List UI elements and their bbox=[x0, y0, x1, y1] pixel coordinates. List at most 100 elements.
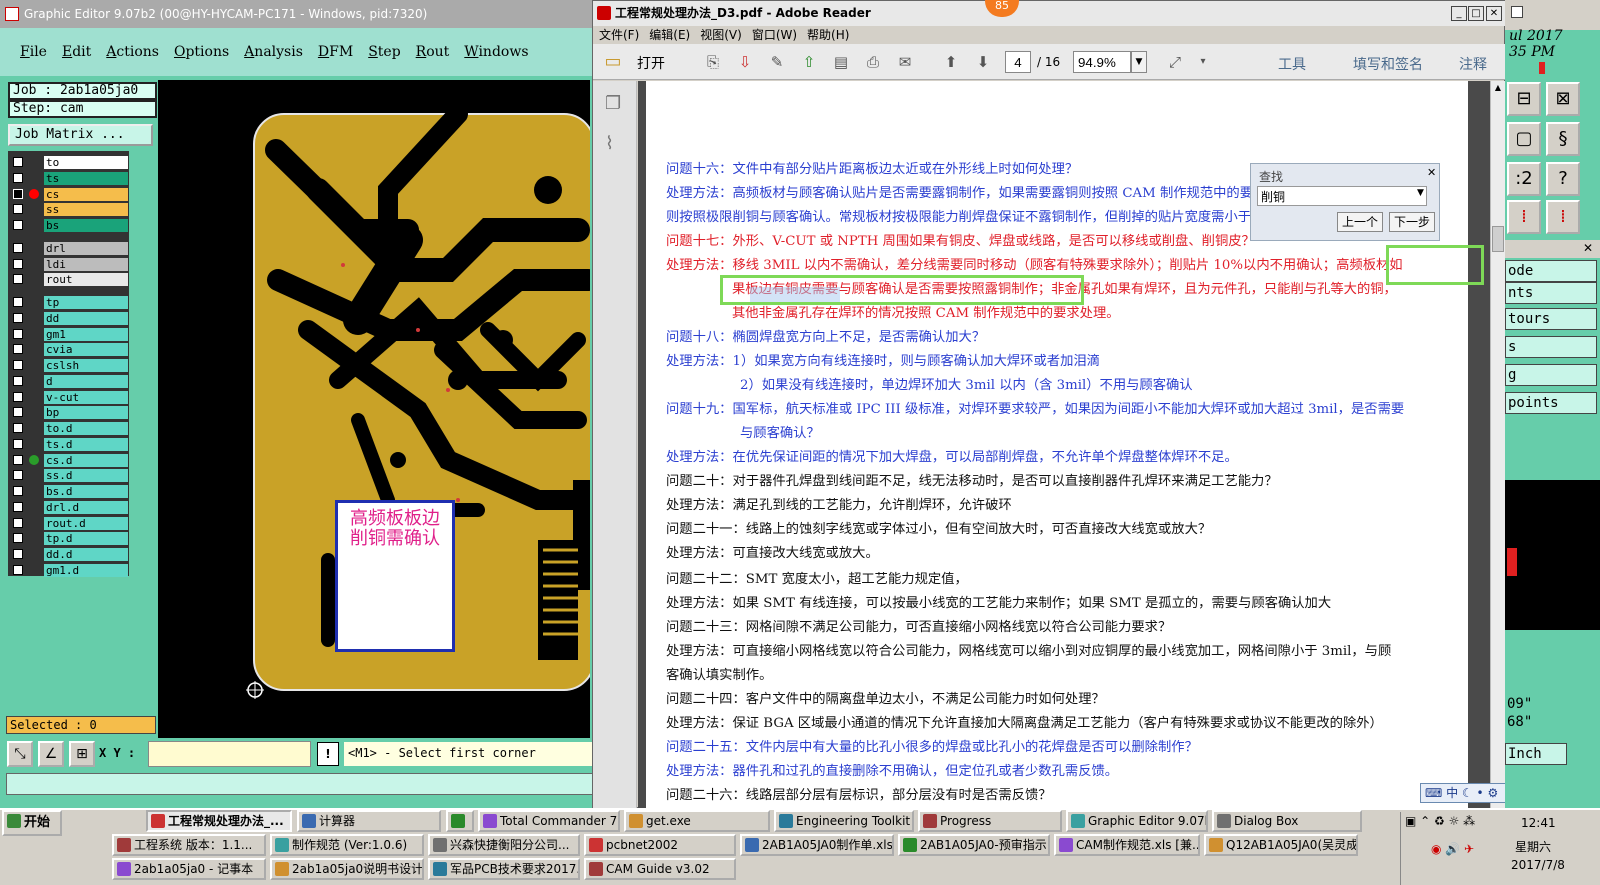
menu-actions[interactable]: Actions bbox=[106, 44, 159, 60]
layer-row-d[interactable]: d bbox=[8, 374, 129, 389]
taskbar-button[interactable]: Q12AB1A05JA0(吴灵成... bbox=[1204, 834, 1358, 856]
email-icon[interactable]: ✉ bbox=[895, 53, 915, 71]
partial-tool-icon-2[interactable]: ⊠ bbox=[1546, 82, 1580, 116]
layer-row-to.d[interactable]: to.d bbox=[8, 421, 129, 436]
layer-row-ss.d[interactable]: ss.d bbox=[8, 468, 129, 483]
layer-row-dd[interactable]: dd bbox=[8, 311, 129, 326]
open-button[interactable]: 打开 bbox=[637, 53, 665, 73]
tray-icons[interactable]: ▣ ⌃ ♻ ☼ ⁂ bbox=[1405, 814, 1475, 828]
layer-row-rout.d[interactable]: rout.d bbox=[8, 516, 129, 531]
edit-icon[interactable]: ✎ bbox=[767, 53, 787, 71]
layer-checkbox[interactable] bbox=[13, 375, 23, 386]
find-prev-button[interactable]: 上一个 bbox=[1337, 212, 1383, 232]
reader-titlebar[interactable]: 工程常规处理办法_D3.pdf - Adobe Reader bbox=[593, 1, 1506, 26]
partial-unit-dropdown[interactable]: Inch bbox=[1505, 743, 1567, 765]
prev-page-icon[interactable]: ⬆ bbox=[941, 53, 961, 71]
layer-checkbox[interactable] bbox=[13, 172, 23, 183]
taskbar-button[interactable] bbox=[446, 810, 474, 832]
find-close-icon[interactable]: ✕ bbox=[1427, 166, 1436, 179]
tools-link[interactable]: 工具 bbox=[1278, 54, 1306, 74]
scroll-thumb[interactable] bbox=[1492, 226, 1504, 252]
partial-tool-icon-3[interactable]: ▢ bbox=[1507, 122, 1541, 156]
layer-checkbox[interactable] bbox=[13, 258, 23, 269]
partial-help-icon[interactable]: ? bbox=[1546, 162, 1580, 196]
layer-checkbox[interactable] bbox=[13, 564, 23, 575]
ime-options-icon[interactable]: ☾ • ⚙ bbox=[1462, 786, 1498, 800]
layer-row-to[interactable]: to bbox=[8, 155, 129, 170]
fit-page-icon[interactable]: ⤢ bbox=[1165, 53, 1185, 71]
taskbar-button[interactable]: Graphic Editor 9.07b2 ... bbox=[1066, 810, 1208, 832]
layer-checkbox[interactable] bbox=[13, 344, 23, 355]
open-folder-icon[interactable]: ▭ bbox=[603, 53, 623, 71]
layer-checkbox[interactable] bbox=[13, 470, 23, 481]
layer-checkbox[interactable] bbox=[13, 533, 23, 544]
layer-row-ts.d[interactable]: ts.d bbox=[8, 437, 129, 452]
partial-tool-icon-4[interactable]: § bbox=[1546, 122, 1580, 156]
taskbar-button[interactable]: 军品PCB技术要求2017... bbox=[428, 858, 580, 880]
fill-sign-link[interactable]: 填写和签名 bbox=[1353, 54, 1423, 74]
document-view[interactable]: 问题十六：文件中有部分贴片距离板边太近或在外形线上时如何处理？ 处理方法：高频板材… bbox=[638, 81, 1490, 809]
menu-step[interactable]: Step bbox=[368, 44, 400, 60]
layer-checkbox[interactable] bbox=[13, 517, 23, 528]
taskbar-button[interactable]: 兴森快捷衡阳分公司... bbox=[428, 834, 580, 856]
menu-edit[interactable]: Edit bbox=[62, 44, 91, 60]
create-pdf-icon[interactable]: ⎘ bbox=[703, 53, 723, 71]
maximize-button[interactable]: □ bbox=[1468, 6, 1484, 21]
layer-checkbox[interactable] bbox=[13, 360, 23, 370]
layer-checkbox[interactable] bbox=[13, 297, 23, 307]
layer-row-gm1.d[interactable]: gm1.d bbox=[8, 563, 129, 578]
partial-item[interactable]: nts bbox=[1505, 282, 1597, 304]
layer-checkbox[interactable] bbox=[13, 312, 23, 323]
layer-row-bs.d[interactable]: bs.d bbox=[8, 484, 129, 499]
layer-row-v-cut[interactable]: v-cut bbox=[8, 390, 129, 405]
layer-checkbox[interactable] bbox=[13, 407, 23, 418]
scroll-up-icon[interactable]: ▲ bbox=[1492, 83, 1504, 95]
minimize-button[interactable]: _ bbox=[1451, 6, 1467, 21]
taskbar-button[interactable]: 工程常规处理办法_... bbox=[146, 810, 292, 832]
pages-panel-icon[interactable]: ❐ bbox=[605, 93, 621, 114]
layer-checkbox[interactable] bbox=[13, 438, 23, 449]
taskbar-button[interactable]: 计算器 bbox=[297, 810, 441, 832]
ime-mode[interactable]: 中 bbox=[1446, 786, 1458, 800]
layer-row-gm1[interactable]: gm1 bbox=[8, 327, 129, 342]
job-matrix-button[interactable]: Job Matrix ... bbox=[8, 124, 153, 146]
menu-file[interactable]: File bbox=[20, 44, 47, 60]
layer-row-dd.d[interactable]: dd.d bbox=[8, 547, 129, 562]
layer-checkbox[interactable] bbox=[13, 274, 23, 285]
customize-dropdown-icon[interactable]: ▾ bbox=[1193, 53, 1213, 71]
partial-tool-icon-8[interactable]: ⁞ bbox=[1546, 200, 1580, 234]
reader-menu-item[interactable]: 文件(F) bbox=[599, 28, 639, 42]
taskbar-button[interactable]: Total Commander 7.0 ... bbox=[478, 810, 620, 832]
layer-checkbox[interactable] bbox=[13, 486, 23, 496]
partial-close-icon[interactable]: ✕ bbox=[1583, 241, 1593, 255]
layer-checkbox[interactable] bbox=[13, 188, 23, 199]
find-next-button[interactable]: 下一步 bbox=[1389, 212, 1435, 232]
zoom-tool-button[interactable]: ⤡ bbox=[7, 741, 33, 767]
partial-tool-icon-1[interactable]: ⊟ bbox=[1507, 82, 1541, 116]
taskbar-button[interactable]: CAM Guide v3.02 bbox=[584, 858, 736, 880]
partial-item[interactable]: s bbox=[1505, 336, 1597, 358]
layer-checkbox[interactable] bbox=[13, 549, 23, 559]
comment-link[interactable]: 注释 bbox=[1459, 54, 1487, 74]
pcb-canvas[interactable]: 高频板板边削铜需确认 bbox=[158, 80, 590, 740]
partial-item[interactable]: ode bbox=[1505, 260, 1597, 282]
partial-tool-icon-7[interactable]: ⁞ bbox=[1507, 200, 1541, 234]
layer-checkbox[interactable] bbox=[13, 423, 23, 433]
taskbar-button[interactable]: get.exe bbox=[624, 810, 770, 832]
upload-icon[interactable]: ⇧ bbox=[799, 53, 819, 71]
reader-menu-item[interactable]: 窗口(W) bbox=[752, 28, 797, 42]
layer-checkbox[interactable] bbox=[13, 391, 23, 402]
layer-row-drl.d[interactable]: drl.d bbox=[8, 500, 129, 515]
layer-checkbox[interactable] bbox=[13, 501, 23, 512]
close-button[interactable]: ✕ bbox=[1486, 6, 1502, 21]
reader-menu-item[interactable]: 编辑(E) bbox=[649, 28, 690, 42]
tray-icons-row2[interactable]: ◉ 🔊 ✈ bbox=[1431, 842, 1474, 856]
zoom-input[interactable] bbox=[1073, 51, 1131, 73]
taskbar-button[interactable]: Dialog Box bbox=[1212, 810, 1362, 832]
menu-analysis[interactable]: Analysis bbox=[244, 44, 303, 60]
warning-button[interactable]: ! bbox=[317, 742, 339, 766]
layer-row-cslsh[interactable]: cslsh bbox=[8, 358, 129, 373]
layer-row-cvia[interactable]: cvia bbox=[8, 342, 129, 357]
layer-row-tp.d[interactable]: tp.d bbox=[8, 531, 129, 546]
page-number-input[interactable] bbox=[1005, 51, 1031, 73]
